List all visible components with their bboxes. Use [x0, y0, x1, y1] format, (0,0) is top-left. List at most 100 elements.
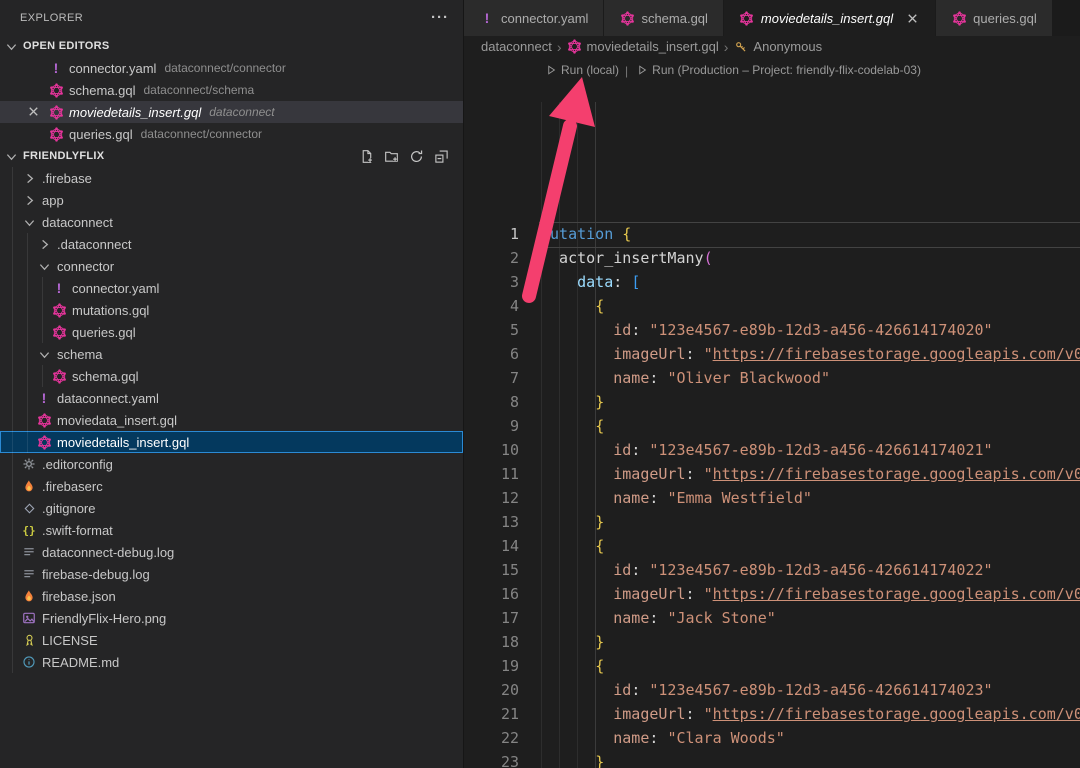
code-line-11[interactable]: 11 imageUrl: "https://firebasestorage.go…	[464, 462, 1080, 486]
tree-folder-schema[interactable]: schema	[0, 343, 463, 365]
code-line-9[interactable]: 9 {	[464, 414, 1080, 438]
tab-connector.yaml[interactable]: !connector.yaml	[464, 0, 603, 36]
tree-folder-.dataconnect[interactable]: .dataconnect	[0, 233, 463, 255]
code-line-8[interactable]: 8 }	[464, 390, 1080, 414]
tree-folder-dataconnect[interactable]: dataconnect	[0, 211, 463, 233]
code-line-content: }	[541, 390, 604, 414]
tree-file-moviedetails_insert.gql[interactable]: moviedetails_insert.gql	[0, 431, 463, 453]
code-line-22[interactable]: 22 name: "Clara Woods"	[464, 726, 1080, 750]
code-line-3[interactable]: 3 data: [	[464, 270, 1080, 294]
tree-file-connector.yaml[interactable]: !connector.yaml	[0, 277, 463, 299]
close-icon[interactable]	[26, 104, 41, 119]
code-line-20[interactable]: 20 id: "123e4567-e89b-12d3-a456-42661417…	[464, 678, 1080, 702]
code-line-19[interactable]: 19 {	[464, 654, 1080, 678]
line-number: 1	[464, 222, 541, 246]
tree-file-schema.gql[interactable]: schema.gql	[0, 365, 463, 387]
tree-file-firebase.json[interactable]: firebase.json	[0, 585, 463, 607]
code-line-2[interactable]: 2 actor_insertMany(	[464, 246, 1080, 270]
code-line-18[interactable]: 18 }	[464, 630, 1080, 654]
tree-file-.firebaserc[interactable]: .firebaserc	[0, 475, 463, 497]
code-line-15[interactable]: 15 id: "123e4567-e89b-12d3-a456-42661417…	[464, 558, 1080, 582]
diamond-icon	[21, 500, 37, 516]
code-line-6[interactable]: 6 imageUrl: "https://firebasestorage.goo…	[464, 342, 1080, 366]
code-line-content: data: [	[541, 270, 640, 294]
line-number: 8	[464, 390, 541, 414]
code-line-content: name: "Oliver Blackwood"	[541, 366, 830, 390]
tree-file-mutations.gql[interactable]: mutations.gql	[0, 299, 463, 321]
codelens-row: Run (local) | Run (Production – Project:…	[464, 57, 1080, 78]
graphql-icon	[48, 104, 64, 120]
tree-file-queries.gql[interactable]: queries.gql	[0, 321, 463, 343]
tree-file-.gitignore[interactable]: .gitignore	[0, 497, 463, 519]
open-editor-item-queries.gql[interactable]: queries.gqldataconnect/connector	[0, 123, 463, 145]
graphql-icon	[51, 324, 67, 340]
line-number: 13	[464, 510, 541, 534]
breadcrumb-item-moviedetails_insert.gql[interactable]: moviedetails_insert.gql	[567, 39, 719, 55]
line-number: 15	[464, 558, 541, 582]
code-line-13[interactable]: 13 }	[464, 510, 1080, 534]
codelens-separator: |	[625, 64, 628, 78]
breadcrumb-item-dataconnect[interactable]: dataconnect	[481, 39, 552, 54]
tree-file-moviedata_insert.gql[interactable]: moviedata_insert.gql	[0, 409, 463, 431]
code-line-7[interactable]: 7 name: "Oliver Blackwood"	[464, 366, 1080, 390]
code-line-14[interactable]: 14 {	[464, 534, 1080, 558]
code-line-21[interactable]: 21 imageUrl: "https://firebasestorage.go…	[464, 702, 1080, 726]
tab-moviedetails_insert.gql[interactable]: moviedetails_insert.gql	[724, 0, 935, 36]
code-line-content: imageUrl: "https://firebasestorage.googl…	[541, 702, 1080, 726]
line-number: 11	[464, 462, 541, 486]
code-line-content: imageUrl: "https://firebasestorage.googl…	[541, 582, 1080, 606]
tree-file-.editorconfig[interactable]: .editorconfig	[0, 453, 463, 475]
tree-file-dataconnect.yaml[interactable]: !dataconnect.yaml	[0, 387, 463, 409]
more-actions-icon[interactable]: ···	[431, 9, 449, 26]
code-line-16[interactable]: 16 imageUrl: "https://firebasestorage.go…	[464, 582, 1080, 606]
tab-bar: !connector.yamlschema.gqlmoviedetails_in…	[464, 0, 1080, 36]
code-line-23[interactable]: 23 }	[464, 750, 1080, 768]
tree-file-firebase-debug.log[interactable]: firebase-debug.log	[0, 563, 463, 585]
run-production-button[interactable]: Run (Production – Project: friendly-flix…	[634, 62, 921, 78]
code-line-4[interactable]: 4 {	[464, 294, 1080, 318]
code-line-1[interactable]: 1mutation {	[464, 222, 1080, 246]
code-line-10[interactable]: 10 id: "123e4567-e89b-12d3-a456-42661417…	[464, 438, 1080, 462]
tab-queries.gql[interactable]: queries.gql	[936, 0, 1052, 36]
open-editor-item-schema.gql[interactable]: schema.gqldataconnect/schema	[0, 79, 463, 101]
tree-file-FriendlyFlix-Hero.png[interactable]: FriendlyFlix-Hero.png	[0, 607, 463, 629]
tree-file-.swift-format[interactable]: {}.swift-format	[0, 519, 463, 541]
code-editor[interactable]: 1mutation {2 actor_insertMany(3 data: [4…	[464, 78, 1080, 768]
collapse-folders-icon	[433, 148, 449, 164]
tree-file-dataconnect-debug.log[interactable]: dataconnect-debug.log	[0, 541, 463, 563]
graphql-icon	[619, 10, 635, 26]
graphql-icon	[739, 10, 755, 26]
code-line-17[interactable]: 17 name: "Jack Stone"	[464, 606, 1080, 630]
line-number: 10	[464, 438, 541, 462]
warning-icon: !	[48, 60, 64, 76]
close-icon[interactable]	[905, 11, 920, 26]
tab-schema.gql[interactable]: schema.gql	[604, 0, 722, 36]
breadcrumb-item-Anonymous[interactable]: Anonymous	[733, 39, 822, 55]
tree-file-LICENSE[interactable]: LICENSE	[0, 629, 463, 651]
graphql-icon	[51, 368, 67, 384]
run-local-button[interactable]: Run (local)	[543, 62, 619, 78]
editor-pane: !connector.yamlschema.gqlmoviedetails_in…	[463, 0, 1080, 768]
code-line-5[interactable]: 5 id: "123e4567-e89b-12d3-a456-426614174…	[464, 318, 1080, 342]
code-line-content: {	[541, 294, 604, 318]
code-line-content: id: "123e4567-e89b-12d3-a456-42661417402…	[541, 678, 993, 702]
line-number: 6	[464, 342, 541, 366]
code-line-content: {	[541, 654, 604, 678]
open-editor-item-moviedetails_insert.gql[interactable]: moviedetails_insert.gqldataconnect	[0, 101, 463, 123]
line-number: 3	[464, 270, 541, 294]
tree-file-README.md[interactable]: README.md	[0, 651, 463, 673]
tree-folder-connector[interactable]: connector	[0, 255, 463, 277]
explorer-toolbar	[358, 148, 463, 164]
graphql-icon	[48, 82, 64, 98]
workspace-section-header[interactable]: FRIENDLYFLIX	[0, 145, 463, 167]
open-editors-section-header[interactable]: OPEN EDITORS	[0, 35, 463, 57]
log-icon	[21, 566, 37, 582]
open-editor-item-connector.yaml[interactable]: !connector.yamldataconnect/connector	[0, 57, 463, 79]
explorer-header: EXPLORER ···	[0, 0, 463, 35]
tree-folder-app[interactable]: app	[0, 189, 463, 211]
tree-folder-.firebase[interactable]: .firebase	[0, 167, 463, 189]
code-line-content: id: "123e4567-e89b-12d3-a456-42661417402…	[541, 438, 993, 462]
code-line-content: name: "Emma Westfield"	[541, 486, 812, 510]
line-number: 23	[464, 750, 541, 768]
code-line-12[interactable]: 12 name: "Emma Westfield"	[464, 486, 1080, 510]
